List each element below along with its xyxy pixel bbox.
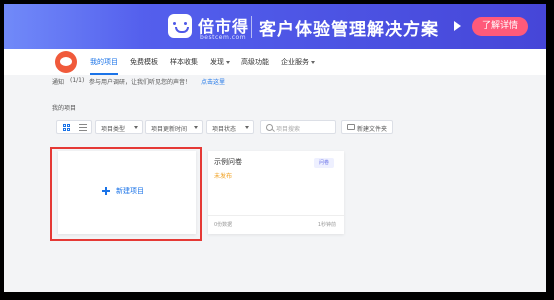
brand-domain: bestcem.com xyxy=(200,34,247,41)
search-placeholder: 项目搜索 xyxy=(276,126,301,133)
project-data-count: 0份数据 xyxy=(214,222,233,228)
chevron-down-icon xyxy=(311,60,315,64)
notice-bar: 通知 (1/1) 参与用户调研，让我们听见您的声音！ 点击这里 xyxy=(4,75,546,88)
project-card[interactable]: 示例问卷 问卷 未发布 0份数据 1秒钟前 xyxy=(208,151,344,234)
filter-update-time[interactable]: 项目更新时间 xyxy=(145,120,203,134)
list-view-icon[interactable] xyxy=(79,124,87,131)
nav-advanced-features[interactable]: 高级功能 xyxy=(241,57,269,67)
nav-enterprise-services[interactable]: 企业服务 xyxy=(281,57,315,67)
chevron-down-icon xyxy=(134,126,138,129)
grid-view-icon[interactable] xyxy=(63,124,70,131)
search-icon xyxy=(266,124,273,131)
nav-free-templates[interactable]: 免费模板 xyxy=(130,57,158,67)
highlight-box xyxy=(50,147,202,241)
chevron-down-icon xyxy=(226,60,230,64)
project-title[interactable]: 示例问卷 xyxy=(214,157,242,167)
filter-label: 项目状态 xyxy=(212,126,237,133)
section-title: 我的项目 xyxy=(52,105,77,112)
card-divider xyxy=(208,215,344,216)
nav-sample-collection[interactable]: 样本收集 xyxy=(170,57,198,67)
filter-label: 项目更新时间 xyxy=(151,126,188,133)
nav-discover[interactable]: 发现 xyxy=(210,57,230,67)
chevron-down-icon xyxy=(194,126,198,129)
banner-divider xyxy=(251,16,252,38)
notice-prefix: 通知 xyxy=(52,79,65,86)
nav-my-projects[interactable]: 我的项目 xyxy=(90,57,118,67)
filter-project-status[interactable]: 项目状态 xyxy=(206,120,254,134)
nav-discover-label: 发现 xyxy=(210,58,224,66)
app-header: 我的项目 免费模板 样本收集 发现 高级功能 企业服务 xyxy=(4,49,546,75)
chevron-down-icon xyxy=(245,126,249,129)
view-toggle xyxy=(56,120,92,134)
play-icon xyxy=(454,21,461,31)
new-folder-label: 新建文件夹 xyxy=(357,126,388,133)
filter-label: 项目类型 xyxy=(101,126,126,133)
app-logo-icon[interactable] xyxy=(55,51,77,73)
banner-slogan: 客户体验管理解决方案 xyxy=(259,20,439,40)
notice-message: 参与用户调研，让我们听见您的声音！ xyxy=(89,79,192,86)
project-status: 未发布 xyxy=(214,173,233,180)
learn-more-button[interactable]: 了解详情 xyxy=(472,17,528,36)
search-input[interactable]: 项目搜索 xyxy=(260,120,336,134)
folder-plus-icon xyxy=(347,124,355,130)
filter-project-type[interactable]: 项目类型 xyxy=(95,120,143,134)
notice-link[interactable]: 点击这里 xyxy=(201,77,225,86)
screen: 倍市得 bestcem.com 客户体验管理解决方案 了解详情 我的项目 免费模… xyxy=(4,4,546,292)
new-folder-button[interactable]: 新建文件夹 xyxy=(341,120,393,134)
brand-logo-icon xyxy=(168,14,192,38)
notice-page: (1/1) xyxy=(70,77,85,84)
project-type-badge: 问卷 xyxy=(314,158,334,168)
promo-banner[interactable]: 倍市得 bestcem.com 客户体验管理解决方案 了解详情 xyxy=(4,4,546,49)
nav-enterprise-label: 企业服务 xyxy=(281,58,309,66)
project-updated-time: 1秒钟前 xyxy=(317,222,336,228)
banner-glow xyxy=(4,4,144,49)
